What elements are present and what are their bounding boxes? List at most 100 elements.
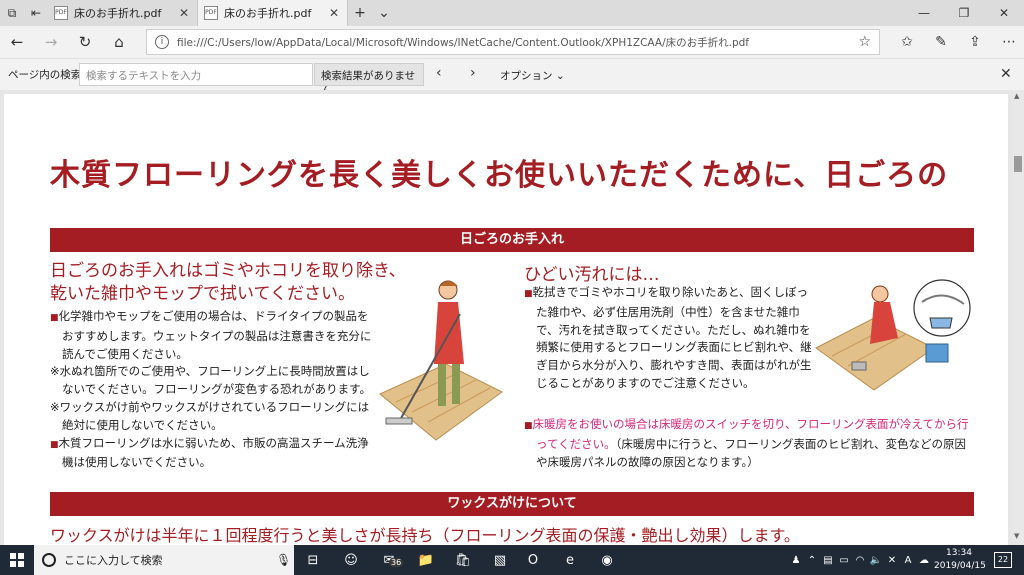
left-heading-line-2: 乾いた雑巾やモップで拭いてください。: [50, 284, 355, 304]
list-item: ■化学雑巾やモップをご使用の場合は、ドライタイプの製品をおすすめします。ウェット…: [50, 308, 372, 363]
info-icon[interactable]: i: [155, 35, 169, 49]
pen-icon[interactable]: ✎: [924, 26, 958, 58]
outlook-icon[interactable]: O: [522, 550, 544, 570]
new-tab-button[interactable]: +: [348, 0, 372, 26]
toolbar-right: ✩ ✎ ⇪ ⋯: [890, 26, 1024, 58]
taskbar-search[interactable]: ここに入力して検索 🎙: [34, 545, 294, 575]
floor-heating-note: ■床暖房をお使いの場合は床暖房のスイッチを切り、フローリング表面が冷えてから行っ…: [524, 416, 976, 471]
more-icon[interactable]: ⋯: [992, 26, 1024, 58]
find-next-icon[interactable]: ›: [470, 65, 476, 81]
home-icon[interactable]: ⌂: [102, 26, 136, 58]
options-label: オプション: [500, 70, 553, 82]
close-window-icon[interactable]: ✕: [984, 0, 1024, 26]
chrome-icon[interactable]: ◉: [596, 550, 618, 570]
bullet-icon: ■: [50, 439, 59, 450]
show-hidden-icons-chevron[interactable]: ⌃: [804, 555, 820, 566]
find-label: ページ内の検索: [8, 69, 82, 81]
favorite-star-icon[interactable]: ☆: [858, 34, 871, 50]
input-indicator-icon[interactable]: ✕: [884, 555, 900, 566]
tab-label: 床のお手折れ.pdf: [224, 7, 312, 20]
close-tab-icon[interactable]: ✕: [327, 6, 341, 20]
clock[interactable]: 13:34 2019/04/15: [934, 547, 986, 573]
list-item: ■木質フローリングは水に弱いため、市販の高温スチーム洗浄機は使用しないでください…: [50, 435, 372, 473]
back-icon[interactable]: ←: [0, 26, 34, 58]
clock-date: 2019/04/15: [934, 561, 986, 571]
waxing-note: ワックスがけは半年に１回程度行うと美しさが長持ち（フローリング表面の保護・艶出し…: [50, 526, 800, 545]
section-header: ワックスがけについて: [50, 492, 974, 516]
tab-manager-icon[interactable]: ⧉: [0, 0, 24, 26]
onedrive-icon[interactable]: ☁: [916, 555, 932, 566]
right-instructions: ■乾拭きでゴミやホコリを取り除いたあと、固くしぼった雑巾や、必ず住居用洗剤（中性…: [524, 284, 818, 393]
bullet-icon: ■: [50, 313, 59, 323]
cortana-icon: [42, 553, 56, 567]
list-item-text: 化学雑巾やモップをご使用の場合は、ドライタイプの製品をおすすめします。ウェットタ…: [58, 309, 372, 361]
microphone-icon[interactable]: 🎙: [276, 553, 294, 567]
people-icon[interactable]: ♟: [788, 555, 804, 566]
list-item-text: 乾拭きでゴミやホコリを取り除いたあと、固くしぼった雑巾や、必ず住居用洗剤（中性）…: [532, 285, 812, 390]
restore-icon[interactable]: ❐: [944, 0, 984, 26]
close-tab-icon[interactable]: ✕: [177, 6, 191, 20]
tab-preview-chevron-icon[interactable]: ⌄: [372, 0, 396, 26]
clock-time: 13:34: [946, 548, 972, 558]
scroll-up-icon[interactable]: ▲: [1014, 92, 1019, 100]
set-aside-tabs-icon[interactable]: ⇤: [24, 0, 48, 26]
find-previous-icon[interactable]: ‹: [436, 65, 442, 81]
document-title: 木質フローリングを長く美しくお使いいただくために、日ごろの: [50, 158, 949, 193]
navigation-bar: ← → ↻ ⌂ i file:///C:/Users/low/AppData/L…: [0, 26, 1024, 58]
scroll-down-icon[interactable]: ▼: [1014, 532, 1019, 540]
mail-badge: 36: [389, 558, 404, 567]
edge-icon[interactable]: e: [559, 550, 581, 570]
list-item-text: 木質フローリングは水に弱いため、市販の高温スチーム洗浄機は使用しないでください。: [58, 435, 369, 470]
list-item: ■乾拭きでゴミやホコリを取り除いたあと、固くしぼった雑巾や、必ず住居用洗剤（中性…: [524, 284, 818, 393]
pdf-file-icon: PDF: [204, 6, 218, 20]
left-heading-line-1: 日ごろのお手入れはゴミやホコリを取り除き、: [50, 261, 406, 281]
store-icon[interactable]: 🛍: [452, 550, 474, 570]
app-icon[interactable]: ☺: [340, 550, 362, 570]
tab-strip: ⧉ ⇤ PDF 床のお手折れ.pdf ✕ PDF 床のお手折れ.pdf ✕ + …: [0, 0, 1024, 26]
address-bar[interactable]: i file:///C:/Users/low/AppData/Local/Mic…: [146, 29, 880, 55]
minimize-icon[interactable]: —: [904, 0, 944, 26]
right-heading: ひどい汚れには…: [524, 265, 660, 285]
system-tray: ♟ ⌃ ▤ ▭ ◠ 🔈 ✕ A ☁: [788, 545, 932, 575]
list-item: ※ワックスがけ前やワックスがけされているフローリングには絶対に使用しないでくださ…: [50, 399, 372, 435]
wifi-icon[interactable]: ◠: [852, 555, 868, 566]
forward-icon[interactable]: →: [34, 26, 68, 58]
share-icon[interactable]: ⇪: [958, 26, 992, 58]
file-explorer-icon[interactable]: 📁: [415, 550, 437, 570]
list-item-text: ※水ぬれ箇所でのご使用や、フローリング上に長時間放置はしないでください。フローリ…: [50, 364, 372, 397]
mopping-illustration: [379, 280, 503, 441]
tab-pdf-2[interactable]: PDF 床のお手折れ.pdf ✕: [198, 0, 348, 26]
refresh-icon[interactable]: ↻: [68, 26, 102, 58]
left-instructions: ■化学雑巾やモップをご使用の場合は、ドライタイプの製品をおすすめします。ウェット…: [50, 308, 372, 472]
pdf-page: 木質フローリングを長く美しくお使いいただくために、日ごろの 日ごろのお手入れ 日…: [4, 94, 1008, 545]
tab-label: 床のお手折れ.pdf: [74, 7, 162, 20]
find-bar: ページ内の検索 検索するテキストを入力 検索結果がありません ‹ › オプション…: [0, 58, 1024, 97]
bullet-icon: ■: [524, 289, 533, 299]
find-result-status: 検索結果がありません: [314, 63, 424, 97]
scrollbar-thumb[interactable]: [1014, 156, 1022, 172]
close-find-icon[interactable]: ✕: [1000, 66, 1012, 82]
bullet-icon: ■: [524, 421, 533, 431]
favorites-icon[interactable]: ✩: [890, 26, 924, 58]
ime-icon[interactable]: A: [900, 555, 916, 566]
wiping-illustration: [815, 279, 971, 391]
section-header: 日ごろのお手入れ: [50, 228, 974, 252]
left-heading: 日ごろのお手入れはゴミやホコリを取り除き、 乾いた雑巾やモップで拭いてください。: [50, 260, 406, 306]
battery-icon[interactable]: ▭: [836, 555, 852, 566]
volume-icon[interactable]: 🔈: [868, 555, 884, 566]
network-icon[interactable]: ▤: [820, 555, 836, 566]
windows-start-icon[interactable]: [0, 545, 34, 575]
tab-pdf-1[interactable]: PDF 床のお手折れ.pdf ✕: [48, 0, 198, 26]
pdf-viewer: 木質フローリングを長く美しくお使いいただくために、日ごろの 日ごろのお手入れ 日…: [0, 90, 1024, 545]
photos-icon[interactable]: ▧: [489, 550, 511, 570]
pdf-file-icon: PDF: [54, 6, 68, 20]
task-view-icon[interactable]: ⊟: [302, 550, 324, 570]
search-placeholder: ここに入力して検索: [64, 554, 163, 567]
window-controls: — ❐ ✕: [904, 0, 1024, 26]
find-input[interactable]: 検索するテキストを入力: [79, 63, 313, 86]
notification-center-icon[interactable]: 22: [994, 552, 1012, 568]
find-options-button[interactable]: オプション ⌄: [500, 68, 565, 83]
url-text[interactable]: file:///C:/Users/low/AppData/Local/Micro…: [177, 35, 858, 50]
list-item: ※水ぬれ箇所でのご使用や、フローリング上に長時間放置はしないでください。フローリ…: [50, 363, 372, 399]
list-item-text: ※ワックスがけ前やワックスがけされているフローリングには絶対に使用しないでくださ…: [50, 399, 370, 432]
